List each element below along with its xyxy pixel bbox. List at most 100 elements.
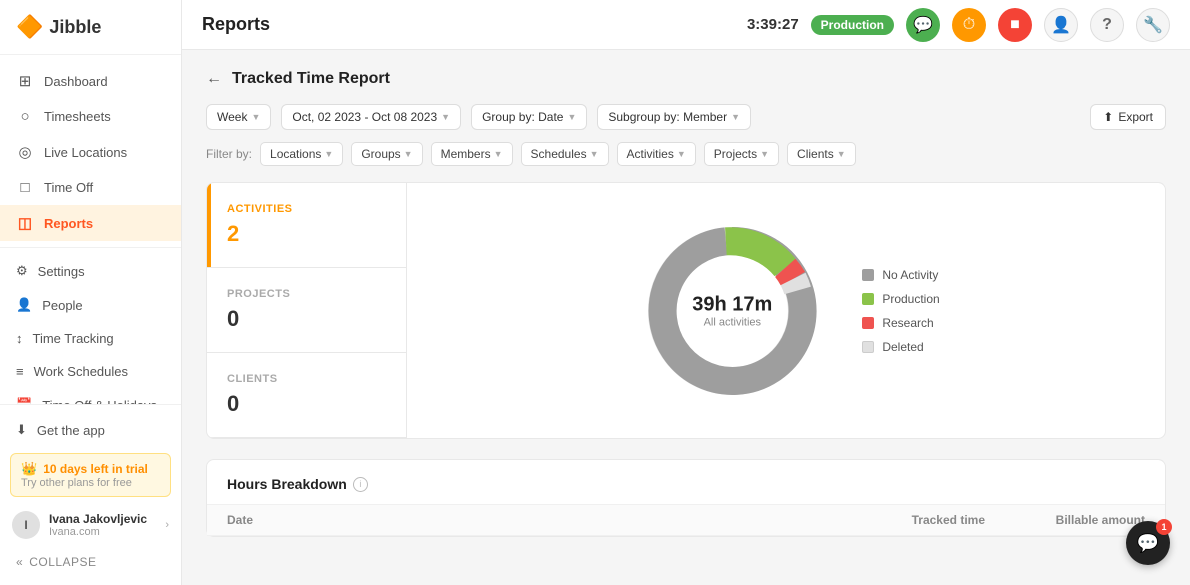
sidebar-item-timesheets[interactable]: ○ Timesheets — [0, 99, 181, 134]
time-tracking-icon: ↕ — [16, 331, 23, 346]
filter-activities[interactable]: Activities ▼ — [617, 142, 696, 166]
filter-groups-label: Groups — [361, 147, 400, 161]
filter-by-label: Filter by: — [206, 147, 252, 161]
filter-clients[interactable]: Clients ▼ — [787, 142, 856, 166]
get-app-label: Get the app — [37, 423, 105, 438]
filter-groups[interactable]: Groups ▼ — [351, 142, 422, 166]
user-profile-item[interactable]: I Ivana Jakovljevic Ivana.com › — [0, 503, 181, 547]
export-icon: ⬆ — [1103, 110, 1113, 124]
filter-projects[interactable]: Projects ▼ — [704, 142, 779, 166]
live-locations-icon: ◎ — [16, 143, 34, 161]
export-label: Export — [1118, 110, 1153, 124]
sidebar-item-reports[interactable]: ◫ Reports — [0, 205, 181, 241]
hours-breakdown-header: Hours Breakdown i — [207, 460, 1165, 505]
chat-icon: 💬 — [1137, 533, 1159, 554]
subgroup-by-selector[interactable]: Subgroup by: Member ▼ — [597, 104, 751, 130]
stop-button[interactable]: ■ — [998, 8, 1032, 42]
projects-stat: PROJECTS 0 — [207, 268, 406, 353]
filter-members[interactable]: Members ▼ — [431, 142, 513, 166]
get-app-icon: ⬇ — [16, 422, 27, 438]
work-schedules-icon: ≡ — [16, 364, 24, 379]
chevron-right-icon: › — [165, 519, 169, 531]
legend-label-production: Production — [882, 292, 939, 306]
timer-display: 3:39:27 — [747, 16, 799, 33]
collapse-button[interactable]: « COLLAPSE — [0, 547, 181, 577]
legend-item-no-activity: No Activity — [862, 268, 939, 282]
content-area: ← Tracked Time Report Week ▼ Oct, 02 202… — [182, 50, 1190, 585]
timer-button[interactable]: ⏱ — [952, 8, 986, 42]
legend-dot-production — [862, 293, 874, 305]
sidebar: 🔶 Jibble ⊞ Dashboard ○ Timesheets ◎ Live… — [0, 0, 182, 585]
date-range-selector[interactable]: Oct, 02 2023 - Oct 08 2023 ▼ — [281, 104, 461, 130]
admin-button[interactable]: 🔧 — [1136, 8, 1170, 42]
sidebar-item-time-tracking[interactable]: ↕ Time Tracking — [0, 322, 181, 355]
info-icon[interactable]: i — [353, 477, 368, 492]
sidebar-item-people[interactable]: 👤 People — [0, 288, 181, 322]
logo-text: Jibble — [49, 17, 101, 38]
col-tracked-header: Tracked time — [825, 513, 985, 527]
donut-sub: All activities — [692, 316, 772, 328]
nav-items: ⊞ Dashboard ○ Timesheets ◎ Live Location… — [0, 55, 181, 404]
sidebar-item-dashboard[interactable]: ⊞ Dashboard — [0, 63, 181, 99]
legend-label-research: Research — [882, 316, 933, 330]
chat-button[interactable]: 💬 1 — [1126, 521, 1170, 565]
sidebar-item-work-schedules[interactable]: ≡ Work Schedules — [0, 355, 181, 388]
filter-row-1: Week ▼ Oct, 02 2023 - Oct 08 2023 ▼ Grou… — [206, 104, 1166, 130]
trial-banner[interactable]: 👑 10 days left in trial Try other plans … — [10, 453, 171, 497]
donut-time: 39h 17m — [692, 293, 772, 316]
legend-label-deleted: Deleted — [882, 340, 923, 354]
filter-schedules-label: Schedules — [531, 147, 587, 161]
export-button[interactable]: ⬆ Export — [1090, 104, 1166, 130]
user-info: Ivana Jakovljevic Ivana.com — [49, 512, 156, 538]
main-area: Reports 3:39:27 Production 💬 ⏱ ■ 👤 ? 🔧 ←… — [182, 0, 1190, 585]
sidebar-footer: ⬇ Get the app 👑 10 days left in trial Tr… — [0, 404, 181, 585]
clients-label: CLIENTS — [227, 373, 386, 385]
activities-stat: ACTIVITIES 2 — [207, 183, 406, 268]
user-menu-button[interactable]: 👤 — [1044, 8, 1078, 42]
projects-value: 0 — [227, 306, 386, 332]
sidebar-item-live-locations[interactable]: ◎ Live Locations — [0, 134, 181, 170]
sidebar-item-time-off[interactable]: □ Time Off — [0, 170, 181, 205]
activities-label: ACTIVITIES — [227, 203, 386, 215]
legend-dot-deleted — [862, 341, 874, 353]
filter-projects-caret: ▼ — [760, 149, 769, 159]
week-label: Week — [217, 110, 247, 124]
chart-legend: No Activity Production Research Deleted — [862, 268, 939, 354]
status-badge[interactable]: Production — [811, 15, 894, 35]
help-button[interactable]: ? — [1090, 8, 1124, 42]
table-header-row: Date Tracked time Billable amount — [207, 505, 1165, 536]
reports-icon: ◫ — [16, 214, 34, 232]
report-title: Tracked Time Report — [232, 70, 390, 88]
clients-value: 0 — [227, 391, 386, 417]
sidebar-item-label: Dashboard — [44, 74, 108, 89]
logo-area[interactable]: 🔶 Jibble — [0, 0, 181, 55]
donut-center: 39h 17m All activities — [692, 293, 772, 328]
report-header: ← Tracked Time Report — [206, 70, 1166, 88]
group-by-caret-icon: ▼ — [567, 112, 576, 122]
filter-locations-caret: ▼ — [324, 149, 333, 159]
logo-icon: 🔶 — [16, 14, 43, 40]
sidebar-item-settings[interactable]: ⚙ Settings — [0, 254, 181, 288]
legend-item-research: Research — [862, 316, 939, 330]
trial-text: 10 days left in trial — [43, 462, 148, 476]
legend-item-production: Production — [862, 292, 939, 306]
crown-icon: 👑 — [21, 461, 37, 477]
col-date-header: Date — [227, 513, 825, 527]
stats-panel: ACTIVITIES 2 PROJECTS 0 CLIENTS 0 — [207, 183, 407, 438]
filter-projects-label: Projects — [714, 147, 757, 161]
filter-schedules[interactable]: Schedules ▼ — [521, 142, 609, 166]
sidebar-item-time-off-holidays[interactable]: 📅 Time Off & Holidays — [0, 388, 181, 404]
get-app-item[interactable]: ⬇ Get the app — [0, 413, 181, 447]
back-button[interactable]: ← — [206, 70, 222, 88]
chat-action-button[interactable]: 💬 — [906, 8, 940, 42]
week-selector[interactable]: Week ▼ — [206, 104, 271, 130]
nav-divider — [0, 247, 181, 248]
group-by-selector[interactable]: Group by: Date ▼ — [471, 104, 587, 130]
chart-panel: 39h 17m All activities No Activity Produ… — [407, 183, 1165, 438]
topbar: Reports 3:39:27 Production 💬 ⏱ ■ 👤 ? 🔧 — [182, 0, 1190, 50]
activities-value: 2 — [227, 221, 386, 247]
time-off-icon: □ — [16, 179, 34, 196]
projects-label: PROJECTS — [227, 288, 386, 300]
filter-clients-label: Clients — [797, 147, 834, 161]
filter-locations[interactable]: Locations ▼ — [260, 142, 343, 166]
